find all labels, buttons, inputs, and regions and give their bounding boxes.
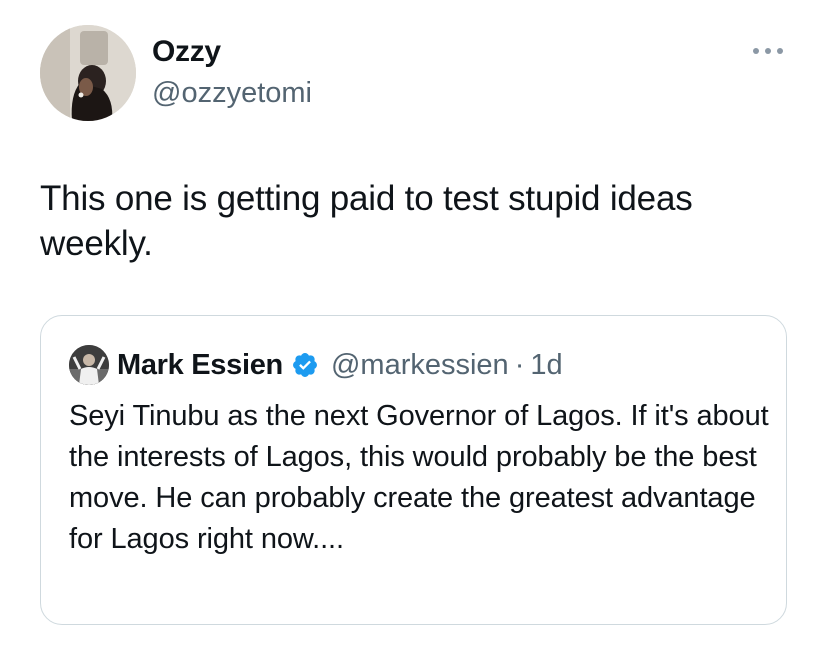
quoted-tweet-timestamp[interactable]: 1d: [530, 349, 562, 382]
author-handle[interactable]: @ozzyetomi: [152, 75, 312, 111]
quoted-author-handle[interactable]: @markessien: [331, 349, 509, 382]
profile-photo-icon: [40, 25, 136, 121]
author-avatar[interactable]: [40, 25, 136, 121]
quoted-author-avatar[interactable]: [69, 345, 109, 385]
more-horizontal-icon: [753, 48, 783, 54]
verified-badge-icon: [291, 351, 319, 379]
tweet-text: This one is getting paid to test stupid …: [40, 179, 693, 263]
separator-dot: ·: [514, 348, 525, 381]
author-name[interactable]: Ozzy: [152, 34, 221, 70]
quoted-tweet-header: Mark Essien @markessien · 1d: [117, 345, 563, 385]
quoted-tweet-text: Seyi Tinubu as the next Governor of Lago…: [69, 400, 769, 555]
quoted-author-name[interactable]: Mark Essien: [117, 349, 283, 382]
quoted-tweet-card[interactable]: Mark Essien @markessien · 1d Seyi Tinubu…: [40, 315, 787, 625]
more-options-button[interactable]: [746, 36, 790, 66]
tweet-container: Ozzy @ozzyetomi This one is getting paid…: [0, 0, 828, 666]
quoted-profile-photo-icon: [69, 345, 109, 385]
